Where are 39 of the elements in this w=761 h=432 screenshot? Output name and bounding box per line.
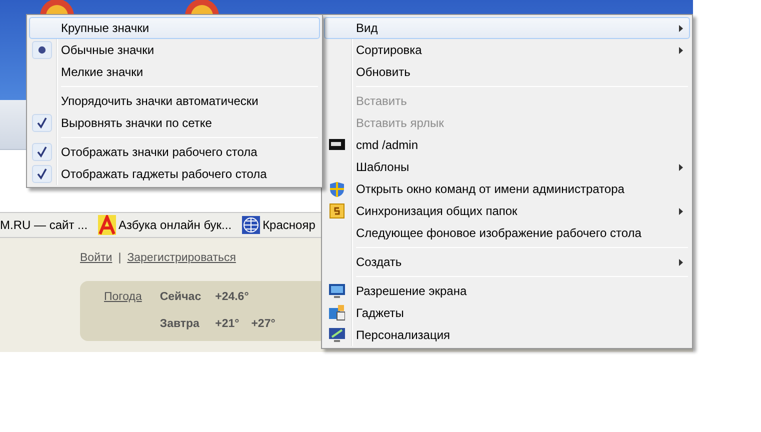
separator-text: | [118,251,122,266]
gadgets-icon [329,305,345,321]
folder-sync-icon [329,203,345,219]
menu-item[interactable]: Сортировка [324,39,690,61]
menu-item[interactable]: Персонализация [324,324,690,346]
globe-icon [242,216,260,234]
bookmark-link[interactable]: M.RU — сайт ... [0,216,88,234]
menu-item[interactable]: Обновить [324,61,690,83]
console-icon [329,137,345,153]
letter-icon [98,215,116,235]
menu-item[interactable]: Обычные значки [29,39,320,61]
menu-item[interactable]: Упорядочить значки автоматически [29,90,320,112]
menu-item[interactable]: Шаблоны [324,156,690,178]
weather-label: Сейчас [160,290,202,306]
menu-item[interactable]: cmd /admin [324,134,690,156]
menu-item[interactable]: Следующее фоновое изображение рабочего стола [324,222,690,244]
bookmark-link[interactable]: Азбука онлайн бук... [98,215,232,235]
menu-item[interactable]: Открыть окно команд от имени администратора [324,178,690,200]
temperature-text: +27° [251,317,276,332]
temperature-text: +21° [215,317,240,332]
menu-item[interactable]: Гаджеты [324,302,690,324]
shield-icon [329,181,345,197]
monitor-icon [329,283,345,299]
auth-link[interactable]: Зарегистрироваться [127,250,236,268]
monitor-brush-icon [329,327,345,343]
bookmark-link[interactable]: Краснояр [242,216,316,234]
menu-item[interactable]: Выровнять значки по сетке [29,112,320,134]
menu-item[interactable]: Крупные значки [29,17,320,39]
menu-item[interactable]: Отображать гаджеты рабочего стола [29,163,320,185]
menu-item[interactable]: Создать [324,251,690,273]
menu-item[interactable]: Вид [324,17,690,39]
menu-item[interactable]: Отображать значки рабочего стола [29,141,320,163]
auth-link[interactable]: Войти [80,250,112,268]
menu-item[interactable]: Разрешение экрана [324,280,690,302]
menu-item[interactable]: Мелкие значки [29,61,320,83]
weather-label: Завтра [160,317,200,332]
temperature-text: +24.6° [215,290,249,306]
menu-item[interactable]: Синхронизация общих папок [324,200,690,222]
weather-link[interactable]: Погода [104,291,142,304]
